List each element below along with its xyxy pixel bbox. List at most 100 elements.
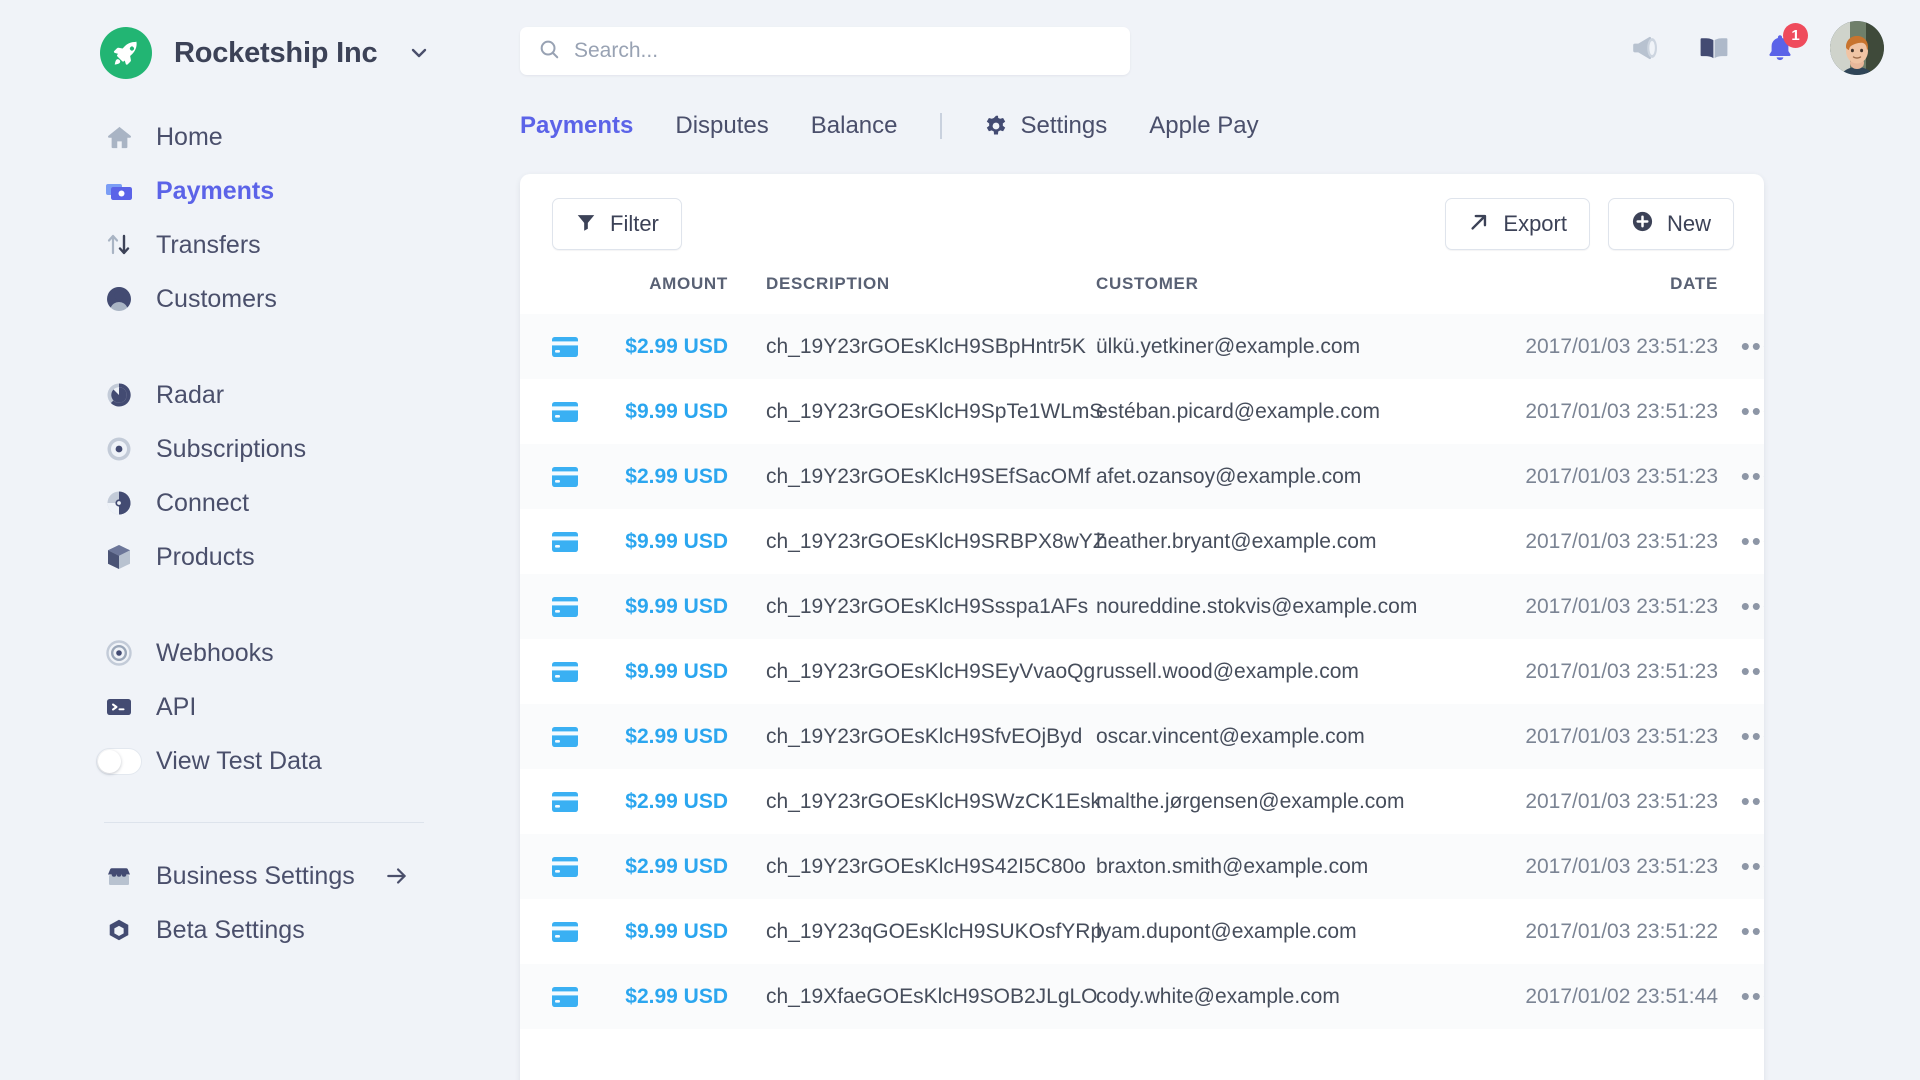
tab-payments[interactable]: Payments <box>520 112 633 140</box>
tab-label: Disputes <box>675 112 768 140</box>
export-button[interactable]: Export <box>1445 198 1590 250</box>
chevron-down-icon[interactable] <box>407 41 431 65</box>
sidebar-item-label: Home <box>156 123 223 152</box>
table-row[interactable]: $2.99 USDch_19Y23rGOEsKlcH9S42I5C80obrax… <box>520 834 1764 899</box>
cell-date: 2017/01/03 23:51:23 <box>1456 769 1718 834</box>
cell-description: ch_19Y23rGOEsKlcH9S42I5C80o <box>728 834 1096 899</box>
sidebar-item-radar[interactable]: Radar <box>0 368 520 422</box>
row-menu-button[interactable]: ••• <box>1718 444 1764 509</box>
tab-disputes[interactable]: Disputes <box>675 112 768 140</box>
row-menu-button[interactable]: ••• <box>1718 639 1764 704</box>
cell-date: 2017/01/03 23:51:23 <box>1456 379 1718 444</box>
filter-button[interactable]: Filter <box>552 198 682 250</box>
credit-card-icon <box>520 769 594 834</box>
cell-customer: estéban.picard@example.com <box>1096 379 1456 444</box>
row-menu-button[interactable]: ••• <box>1718 964 1764 1029</box>
cell-description: ch_19Y23rGOEsKlcH9SEyVvaoQg <box>728 639 1096 704</box>
cell-customer: ülkü.yetkiner@example.com <box>1096 314 1456 379</box>
table-row[interactable]: $9.99 USDch_19Y23qGOEsKlcH9SUKOsfYRplyam… <box>520 899 1764 964</box>
row-menu-button[interactable]: ••• <box>1718 509 1764 574</box>
sidebar-item-transfers[interactable]: Transfers <box>0 218 520 272</box>
cell-date: 2017/01/03 23:51:22 <box>1456 899 1718 964</box>
sidebar-item-products[interactable]: Products <box>0 530 520 584</box>
megaphone-icon[interactable] <box>1630 31 1664 65</box>
sidebar-item-view-test-data[interactable]: View Test Data <box>0 734 520 788</box>
tab-settings[interactable]: Settings <box>984 112 1108 140</box>
tab-label: Settings <box>1021 112 1108 140</box>
search-input[interactable] <box>574 39 1112 63</box>
table-row[interactable]: $9.99 USDch_19Y23rGOEsKlcH9SpTe1WLmSesté… <box>520 379 1764 444</box>
cell-date: 2017/01/03 23:51:23 <box>1456 509 1718 574</box>
table-row[interactable]: $9.99 USDch_19Y23rGOEsKlcH9Ssspa1AFsnour… <box>520 574 1764 639</box>
table-row[interactable]: $2.99 USDch_19Y23rGOEsKlcH9SWzCK1Eskmalt… <box>520 769 1764 834</box>
row-menu-button[interactable]: ••• <box>1718 574 1764 639</box>
toolbar-right: Export New <box>1445 198 1734 250</box>
row-menu-button[interactable]: ••• <box>1718 834 1764 899</box>
cell-description: ch_19Y23rGOEsKlcH9Ssspa1AFs <box>728 574 1096 639</box>
table-row[interactable]: $2.99 USDch_19Y23rGOEsKlcH9SBpHntr5Külkü… <box>520 314 1764 379</box>
toggle-switch[interactable] <box>104 746 134 776</box>
sidebar-item-home[interactable]: Home <box>0 110 520 164</box>
cell-description: ch_19Y23rGOEsKlcH9SpTe1WLmS <box>728 379 1096 444</box>
table-row[interactable]: $9.99 USDch_19Y23rGOEsKlcH9SEyVvaoQgruss… <box>520 639 1764 704</box>
arrow-right-icon[interactable] <box>384 863 410 889</box>
bell-icon[interactable]: 1 <box>1764 32 1796 64</box>
api-icon <box>104 692 134 722</box>
table-header: AMOUNT DESCRIPTION CUSTOMER DATE <box>520 274 1764 314</box>
cell-date: 2017/01/03 23:51:23 <box>1456 444 1718 509</box>
sidebar-item-customers[interactable]: Customers <box>0 272 520 326</box>
row-menu-button[interactable]: ••• <box>1718 314 1764 379</box>
avatar[interactable] <box>1830 21 1884 75</box>
table-row[interactable]: $2.99 USDch_19Y23rGOEsKlcH9SEfSacOMfafet… <box>520 444 1764 509</box>
cell-amount: $2.99 USD <box>594 964 728 1029</box>
ellipsis-icon[interactable]: ••• <box>1741 591 1764 621</box>
ellipsis-icon[interactable]: ••• <box>1741 461 1764 491</box>
cell-date: 2017/01/02 23:51:44 <box>1456 964 1718 1029</box>
tab-balance[interactable]: Balance <box>811 112 898 140</box>
sidebar-item-api[interactable]: API <box>0 680 520 734</box>
cell-amount: $2.99 USD <box>594 314 728 379</box>
brand-switcher[interactable]: Rocketship Inc <box>0 22 520 84</box>
ellipsis-icon[interactable]: ••• <box>1741 656 1764 686</box>
tab-divider <box>940 113 942 139</box>
new-button[interactable]: New <box>1608 198 1734 250</box>
plus-circle-icon <box>1631 210 1654 238</box>
cell-amount: $9.99 USD <box>594 639 728 704</box>
filter-label: Filter <box>610 211 659 237</box>
ellipsis-icon[interactable]: ••• <box>1741 331 1764 361</box>
column-header-icon <box>520 274 594 314</box>
ellipsis-icon[interactable]: ••• <box>1741 526 1764 556</box>
sidebar-item-business-settings[interactable]: Business Settings <box>0 849 520 903</box>
sidebar-item-beta-settings[interactable]: Beta Settings <box>0 903 520 957</box>
cell-amount: $2.99 USD <box>594 704 728 769</box>
row-menu-button[interactable]: ••• <box>1718 899 1764 964</box>
table-row[interactable]: $9.99 USDch_19Y23rGOEsKlcH9SRBPX8wYZheat… <box>520 509 1764 574</box>
ellipsis-icon[interactable]: ••• <box>1741 981 1764 1011</box>
row-menu-button[interactable]: ••• <box>1718 379 1764 444</box>
sidebar-item-subscriptions[interactable]: Subscriptions <box>0 422 520 476</box>
cell-description: ch_19Y23rGOEsKlcH9SEfSacOMf <box>728 444 1096 509</box>
sidebar-item-webhooks[interactable]: Webhooks <box>0 626 520 680</box>
ellipsis-icon[interactable]: ••• <box>1741 916 1764 946</box>
main-content: 1 <box>520 0 1920 1080</box>
ellipsis-icon[interactable]: ••• <box>1741 851 1764 881</box>
ellipsis-icon[interactable]: ••• <box>1741 396 1764 426</box>
tab-apple-pay[interactable]: Apple Pay <box>1149 112 1258 140</box>
sidebar-item-label: Customers <box>156 285 277 314</box>
cell-customer: malthe.jørgensen@example.com <box>1096 769 1456 834</box>
sidebar-item-payments[interactable]: Payments <box>0 164 520 218</box>
table-row[interactable]: $2.99 USDch_19XfaeGOEsKlcH9SOB2JLgLOcody… <box>520 964 1764 1029</box>
notification-badge: 1 <box>1783 23 1808 48</box>
row-menu-button[interactable]: ••• <box>1718 704 1764 769</box>
book-icon[interactable] <box>1698 32 1730 64</box>
funnel-icon <box>575 211 597 238</box>
cell-description: ch_19Y23rGOEsKlcH9SRBPX8wYZ <box>728 509 1096 574</box>
table-row[interactable]: $2.99 USDch_19Y23rGOEsKlcH9SfvEOjBydosca… <box>520 704 1764 769</box>
ellipsis-icon[interactable]: ••• <box>1741 721 1764 751</box>
ellipsis-icon[interactable]: ••• <box>1741 786 1764 816</box>
search-bar[interactable] <box>520 27 1130 75</box>
home-icon <box>104 122 134 152</box>
credit-card-icon <box>520 834 594 899</box>
sidebar-item-connect[interactable]: Connect <box>0 476 520 530</box>
row-menu-button[interactable]: ••• <box>1718 769 1764 834</box>
